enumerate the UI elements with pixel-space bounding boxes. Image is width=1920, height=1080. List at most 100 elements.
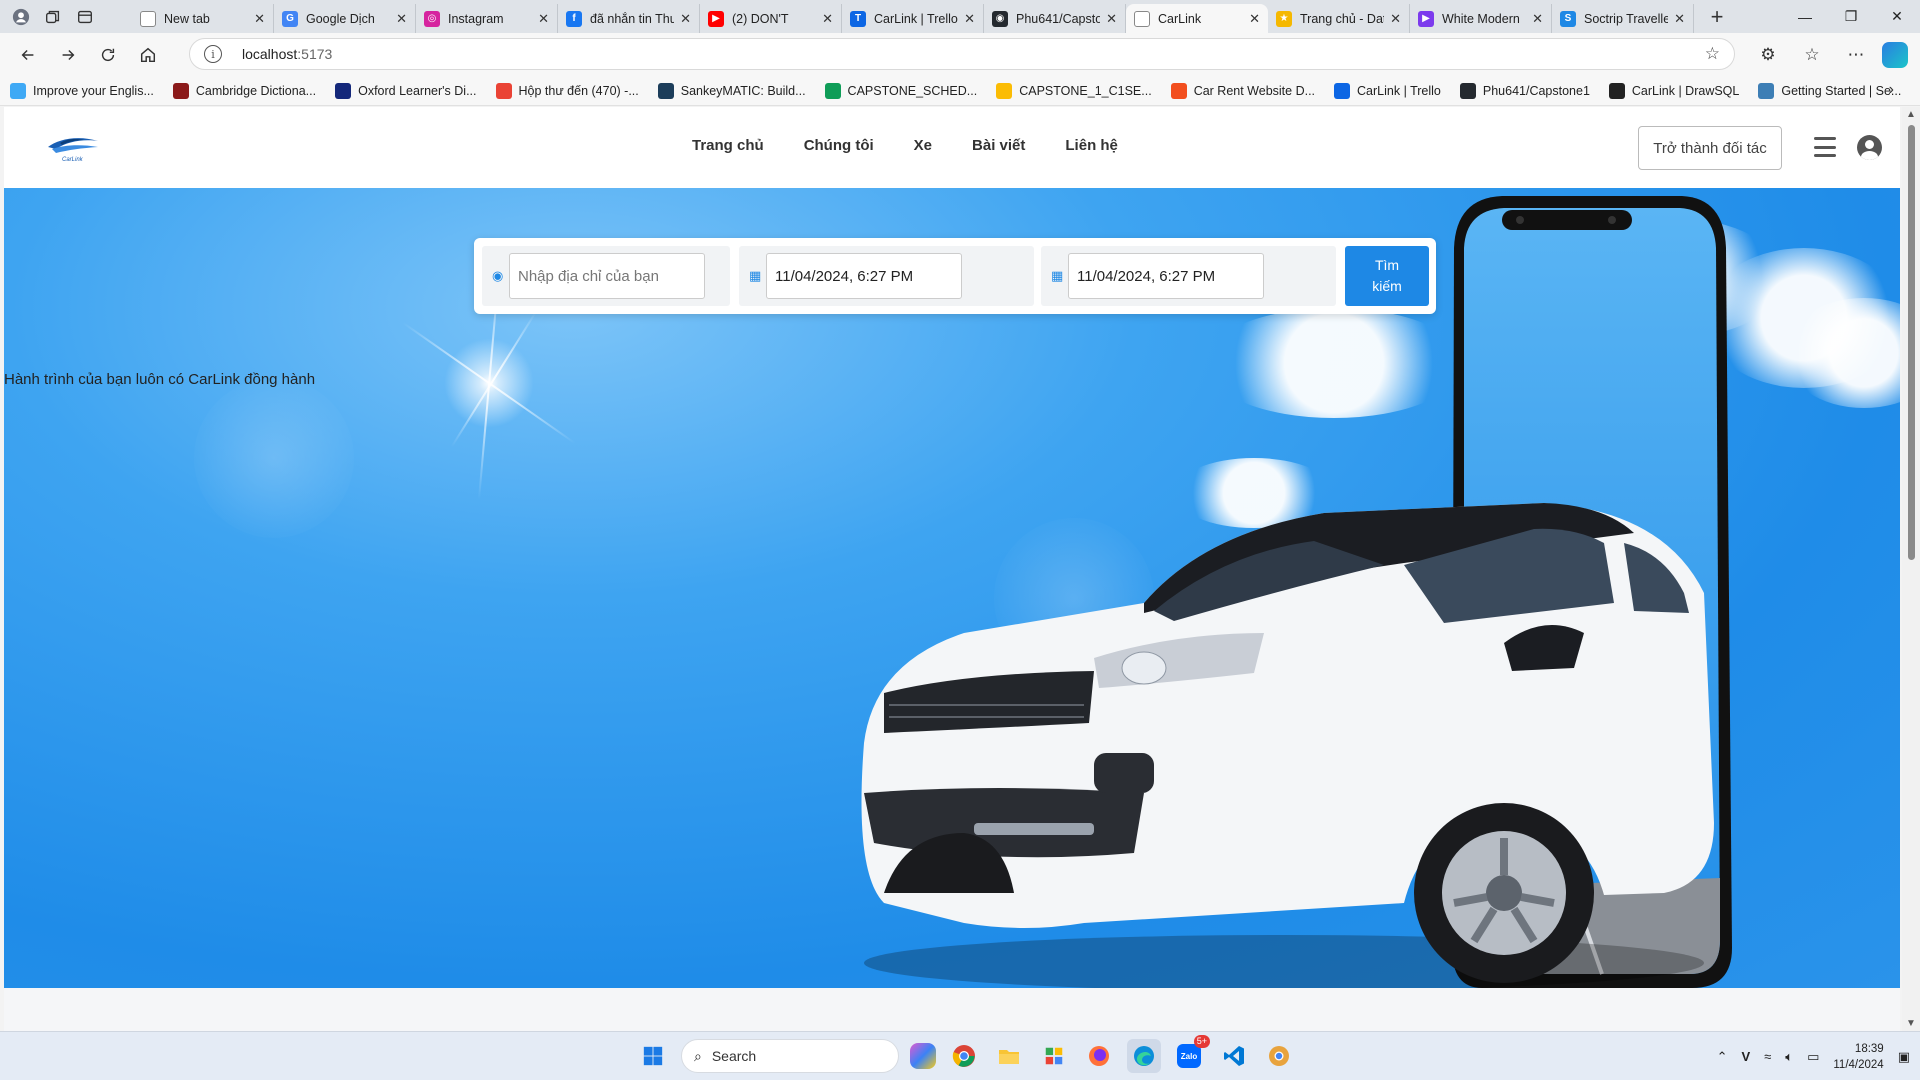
windows-start-icon[interactable] [636,1039,670,1073]
bookmark-item[interactable]: CAPSTONE_SCHED... [824,82,977,99]
tab-close-icon[interactable]: ✕ [1390,11,1401,27]
scroll-up-arrow-icon[interactable]: ▲ [1906,109,1916,120]
bookmark-item[interactable]: Car Rent Website D... [1170,82,1316,99]
bookmark-item[interactable]: CAPSTONE_1_C1SE... [996,82,1152,99]
favorites-icon[interactable]: ☆ [1794,39,1830,71]
show-hidden-icons-icon[interactable]: ⌃ [1717,1049,1728,1065]
become-partner-button[interactable]: Trở thành đối tác [1638,126,1782,170]
menu-icon[interactable] [1814,137,1836,157]
browser-tab[interactable]: G Google Dịch ✕ [274,4,416,33]
nav-link[interactable]: Bài viết [952,129,1045,162]
copilot-app-icon[interactable] [910,1043,936,1069]
main-nav: Trang chủ Chúng tôi Xe Bài viết Liên hệ [672,129,1138,162]
extensions-icon[interactable]: ⚙ [1750,39,1786,71]
tab-close-icon[interactable]: ✕ [1106,11,1117,27]
start-datetime-input[interactable] [766,253,962,299]
bookmark-item[interactable]: Oxford Learner's Di... [335,82,477,99]
new-tab-button[interactable]: + [1702,2,1732,32]
workspaces-icon[interactable] [40,4,66,30]
search-button[interactable]: Tìm kiếm [1345,246,1429,306]
wifi-icon[interactable]: ≈ [1764,1049,1771,1064]
nav-link[interactable]: Liên hệ [1045,129,1138,162]
tab-close-icon[interactable]: ✕ [822,11,833,27]
bookmark-label: Phu641/Capstone1 [1482,83,1590,98]
page-below-hero [4,988,1900,1031]
tab-close-icon[interactable]: ✕ [1674,11,1685,27]
bookmark-label: Car Rent Website D... [1193,83,1316,98]
nav-link[interactable]: Trang chủ [672,129,784,162]
tab-close-icon[interactable]: ✕ [1249,11,1260,27]
forward-button[interactable] [48,38,88,72]
nav-link[interactable]: Chúng tôi [784,129,894,162]
bookmark-item[interactable]: Hộp thư đến (470) -... [495,82,639,99]
browser-tab[interactable]: New tab ✕ [132,4,274,33]
tab-close-icon[interactable]: ✕ [680,11,691,27]
browser-tab[interactable]: T CarLink | Trello ✕ [842,4,984,33]
bookmark-item[interactable]: Cambridge Dictiona... [172,82,316,99]
battery-icon[interactable]: ▭ [1807,1049,1819,1065]
tab-actions-icon[interactable] [72,4,98,30]
bookmark-item[interactable]: CarLink | Trello [1334,82,1441,99]
bookmarks-overflow-chevron-icon[interactable]: › [1889,81,1894,99]
favorite-star-icon[interactable]: ☆ [1705,44,1720,64]
firefox-icon[interactable] [1082,1039,1116,1073]
bookmark-label: CarLink | DrawSQL [1631,83,1740,98]
user-account-icon[interactable] [1857,135,1882,160]
vscode-icon[interactable] [1217,1039,1251,1073]
nav-link[interactable]: Xe [894,129,952,162]
bookmark-favicon-icon [1758,82,1775,99]
bookmark-favicon-icon [10,82,26,99]
browser-tab[interactable]: f đã nhắn tin Thu ✕ [558,4,700,33]
end-datetime-input[interactable] [1068,253,1264,299]
tab-close-icon[interactable]: ✕ [538,11,549,27]
tab-close-icon[interactable]: ✕ [254,11,265,27]
bookmark-favicon-icon [1170,82,1187,99]
home-button[interactable] [128,38,168,72]
edge-icon[interactable] [1127,1039,1161,1073]
volume-icon[interactable]: 🔈︎ [1785,1049,1793,1065]
url-field[interactable]: i localhost:5173 ☆ [189,38,1735,70]
chrome-canary-icon[interactable] [1262,1039,1296,1073]
close-window-button[interactable]: ✕ [1874,0,1920,33]
copilot-icon[interactable] [1882,41,1908,68]
taskbar-search[interactable]: ⌕ Search [681,1039,899,1073]
browser-tab[interactable]: ◉ Phu641/Capsto ✕ [984,4,1126,33]
puzzle-app-icon[interactable] [1037,1039,1071,1073]
bookmark-favicon-icon [1608,82,1625,99]
bookmark-item[interactable]: Phu641/Capstone1 [1459,82,1590,99]
browser-tab[interactable]: ▶ White Modern ✕ [1410,4,1552,33]
zalo-icon[interactable]: Zalo 5+ [1172,1035,1210,1073]
tab-favicon-icon: T [850,10,866,27]
browser-tab[interactable]: CarLink ✕ [1126,4,1268,33]
address-bar-row: i localhost:5173 ☆ ⚙ ☆ ⋯ [0,33,1920,76]
back-button[interactable] [8,38,48,72]
tab-favicon-icon: ★ [1276,10,1292,27]
more-menu-icon[interactable]: ⋯ [1838,39,1874,71]
system-clock[interactable]: 18:39 11/4/2024 [1833,1041,1883,1073]
browser-tab[interactable]: ★ Trang chủ - Dat ✕ [1268,4,1410,33]
scroll-down-arrow-icon[interactable]: ▼ [1906,1018,1916,1029]
tab-close-icon[interactable]: ✕ [1532,11,1543,27]
tab-close-icon[interactable]: ✕ [964,11,975,27]
profile-icon[interactable] [8,4,34,30]
minimize-button[interactable]: — [1782,0,1828,33]
scrollbar-thumb[interactable] [1908,125,1915,560]
file-explorer-icon[interactable] [992,1039,1026,1073]
tab-title: CarLink [1158,11,1202,26]
browser-tab[interactable]: ◎ Instagram ✕ [416,4,558,33]
page-scrollbar[interactable]: ▲ ▼ [1902,107,1920,1031]
vivaldi-tray-icon[interactable]: V [1741,1049,1750,1064]
bookmark-item[interactable]: CarLink | DrawSQL [1608,82,1740,99]
site-info-icon[interactable]: i [204,45,222,63]
notification-icon[interactable]: ▣ [1898,1049,1910,1065]
restore-button[interactable]: ❐ [1828,0,1874,33]
bookmark-item[interactable]: SankeyMATIC: Build... [657,82,806,99]
browser-tab[interactable]: ▶ (2) DON'T ✕ [700,4,842,33]
reload-button[interactable] [88,38,128,72]
bookmark-item[interactable]: Getting Started | Se... [1758,82,1901,99]
tab-close-icon[interactable]: ✕ [396,11,407,27]
address-input[interactable] [509,253,705,299]
browser-tab[interactable]: S Soctrip Travelle ✕ [1552,4,1694,33]
bookmark-item[interactable]: Improve your Englis... [10,82,154,99]
chrome-icon[interactable] [947,1039,981,1073]
